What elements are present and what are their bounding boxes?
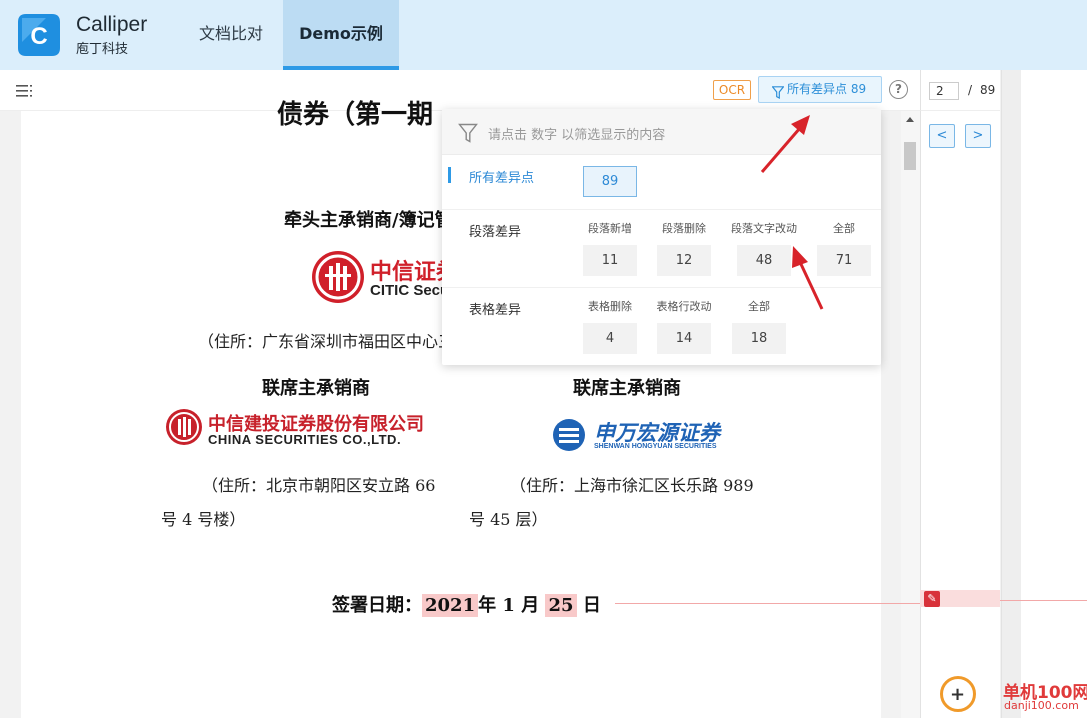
page-total: 89	[980, 83, 996, 97]
app-header: C Calliper 庖丁科技 文档比对 Demo示例	[0, 0, 1087, 70]
edit-pen-icon[interactable]: ✎	[924, 591, 940, 607]
app-title: Calliper	[76, 13, 148, 36]
pager: 2 / 89	[920, 70, 1000, 111]
sign-date-prefix: 签署日期：	[332, 595, 422, 616]
filter-diff-button[interactable]: 所有差异点 89	[758, 76, 882, 103]
right-compare-gutter	[1001, 70, 1021, 718]
table-delete-count[interactable]: 4	[583, 323, 637, 354]
sign-date-month: 1	[502, 595, 515, 616]
sign-date-year-unit: 年	[478, 595, 497, 616]
para-all-count[interactable]: 71	[817, 245, 871, 276]
diff-filter-popup: 请点击 数字 以筛选显示的内容 所有差异点 89 段落差异 段落新增 段落删除 …	[442, 109, 881, 365]
diff-connector-line-right	[1000, 600, 1087, 601]
all-diffs-label: 所有差异点	[469, 171, 535, 186]
compare-toolbar: OCR 所有差异点 89 ?	[0, 70, 920, 111]
filter-diff-label: 所有差异点 89	[787, 82, 867, 96]
citic-logo	[312, 251, 364, 303]
joint-underwriter-left: 联席主承销商	[262, 378, 370, 399]
right-compare-document	[1021, 70, 1087, 718]
scrollbar[interactable]	[901, 111, 920, 718]
table-delete-caption: 表格删除	[588, 300, 632, 313]
sign-date-month-unit: 月	[521, 595, 540, 616]
diff-highlight-year[interactable]: 2021	[422, 594, 479, 617]
para-add-count[interactable]: 11	[583, 245, 637, 276]
popup-hint: 请点击 数字 以筛选显示的内容	[488, 128, 666, 143]
para-delete-caption: 段落删除	[662, 222, 706, 235]
joint-underwriter-right: 联席主承销商	[573, 378, 681, 399]
para-text-change-count[interactable]: 48	[737, 245, 791, 276]
table-row-change-caption: 表格行改动	[656, 300, 712, 313]
table-all-count[interactable]: 18	[732, 323, 786, 354]
shenwan-address-line1: （住所：上海市徐汇区长乐路 989	[510, 476, 754, 495]
app-logo-icon: C	[16, 12, 62, 58]
watermark-url: danji100.com	[1004, 699, 1079, 712]
csc-name-en: CHINA SECURITIES CO.,LTD.	[208, 432, 402, 447]
divider	[442, 209, 881, 210]
filter-icon	[458, 123, 478, 143]
sign-date: 签署日期： 2021 年 1 月 25 日	[332, 591, 601, 617]
ocr-button[interactable]: OCR	[713, 80, 751, 100]
chevron-left-icon[interactable]: <	[929, 124, 955, 148]
citic-name-en: CITIC Securities	[370, 282, 442, 299]
scrollbar-thumb[interactable]	[904, 142, 916, 170]
csc-address-line2: 号 4 号楼）	[161, 510, 246, 529]
shenwan-name-en: SHENWAN HONGYUAN SECURITIES	[594, 443, 717, 450]
watermark-logo: +	[940, 676, 976, 712]
scroll-up-arrow[interactable]	[906, 117, 914, 122]
page-separator: /	[968, 83, 973, 97]
para-all-caption: 全部	[833, 222, 855, 235]
shenwan-address-line2: 号 45 层）	[469, 510, 548, 529]
table-all-caption: 全部	[748, 300, 770, 313]
divider	[442, 287, 881, 288]
tab-document-compare[interactable]: 文档比对	[185, 0, 277, 70]
help-icon[interactable]: ?	[889, 80, 908, 99]
shenwan-logo	[549, 417, 589, 453]
doc-lead-underwriter: 牵头主承销商/簿记管理人	[284, 210, 444, 231]
diff-marker[interactable]: ✎	[920, 590, 1000, 607]
chevron-right-icon[interactable]: >	[965, 124, 991, 148]
doc-title: 债券（第一期	[277, 100, 434, 130]
para-add-caption: 段落新增	[588, 222, 632, 235]
sign-date-day-unit: 日	[582, 595, 601, 616]
paragraph-diff-label: 段落差异	[469, 225, 522, 240]
filter-icon	[771, 83, 785, 100]
diff-navigator-panel: < >	[920, 111, 1000, 718]
table-diff-label: 表格差异	[469, 303, 522, 318]
svg-text:C: C	[30, 23, 47, 50]
diff-highlight-day[interactable]: 25	[545, 594, 577, 617]
page-number-input[interactable]: 2	[929, 82, 959, 100]
table-row-change-count[interactable]: 14	[657, 323, 711, 354]
app-subtitle: 庖丁科技	[76, 42, 129, 57]
csc-address-line1: （住所：北京市朝阳区安立路 66	[202, 476, 436, 495]
active-row-indicator	[448, 167, 451, 183]
para-delete-count[interactable]: 12	[657, 245, 711, 276]
diff-connector-line	[615, 603, 920, 604]
tab-demo[interactable]: Demo示例	[283, 0, 399, 70]
popup-header: 请点击 数字 以筛选显示的内容	[442, 109, 881, 155]
citic-address: （住所：广东省深圳市福田区中心三路8号	[198, 332, 442, 351]
all-diffs-count[interactable]: 89	[583, 166, 637, 197]
menu-icon[interactable]	[15, 83, 35, 99]
para-text-change-caption: 段落文字改动	[731, 222, 797, 235]
csc-logo	[166, 409, 202, 445]
